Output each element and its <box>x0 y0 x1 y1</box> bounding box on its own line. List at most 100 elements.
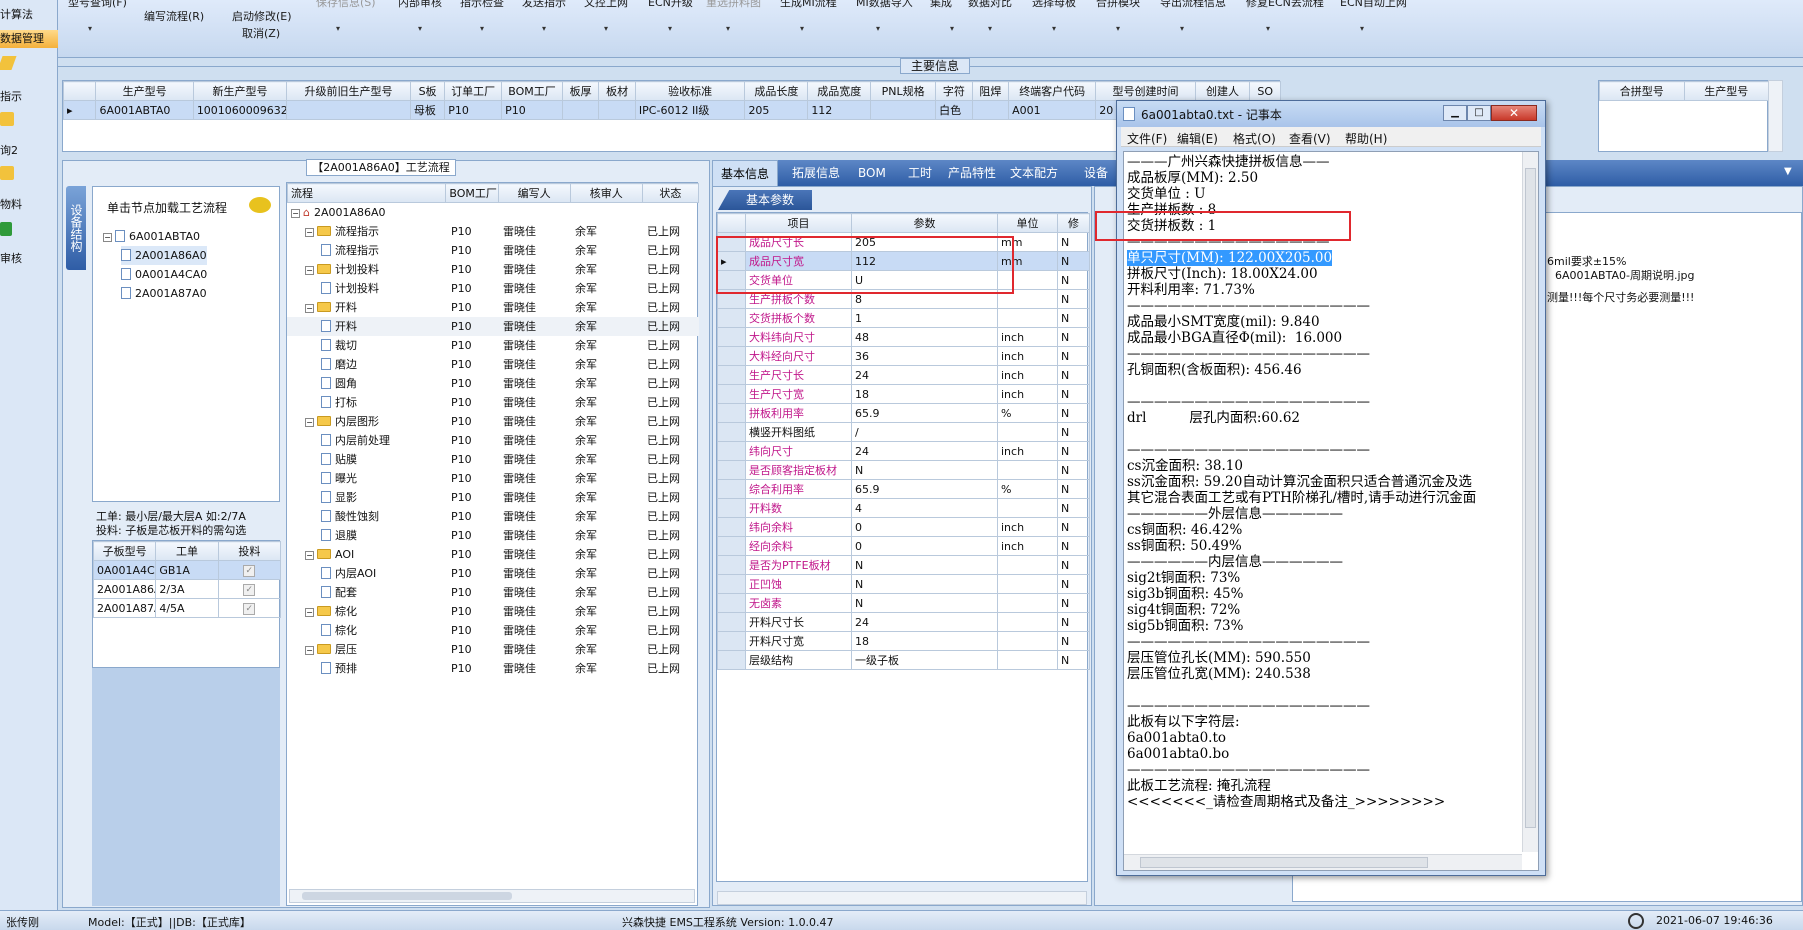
dropdown-arrow-icon[interactable]: ▾ <box>418 24 422 33</box>
flow-step[interactable]: 退膜 <box>321 526 357 545</box>
dropdown-arrow-icon[interactable]: ▾ <box>1360 24 1364 33</box>
flow-row[interactable]: 配套 P10 雷晓佳 余军 已上网 <box>287 583 699 602</box>
collapse-icon[interactable]: − <box>103 233 112 242</box>
grid-cell[interactable]: 0A001A4CA0 <box>92 560 157 580</box>
flow-row[interactable]: 棕化 P10 雷晓佳 余军 已上网 <box>287 621 699 640</box>
collapse-icon[interactable]: − <box>305 608 314 617</box>
param-value[interactable]: 一级子板 <box>851 650 998 670</box>
flow-row[interactable]: 流程指示 P10 雷晓佳 余军 已上网 <box>287 241 699 260</box>
toolbar-button-8[interactable]: 生成MI流程 <box>780 0 837 10</box>
col-header[interactable]: 生产型号 <box>95 81 194 101</box>
param-row[interactable]: 开料尺寸宽 18 N <box>717 631 1090 651</box>
col-header[interactable]: 字符 <box>935 81 973 101</box>
flow-step[interactable]: − 内层图形 <box>305 412 379 431</box>
param-row[interactable]: 大料经向尺寸 36 inch N <box>717 346 1090 366</box>
param-row[interactable]: 拼板利用率 65.9% N <box>717 403 1090 423</box>
col-header[interactable]: 板厚 <box>561 81 600 101</box>
param-value[interactable]: 24 <box>851 441 998 461</box>
param-value[interactable]: 24 <box>851 612 998 632</box>
edit-flow-button[interactable]: 编写流程(R) <box>144 8 204 24</box>
col-header[interactable]: 状态 <box>641 183 700 203</box>
flow-step[interactable]: 裁切 <box>321 336 357 355</box>
flow-row[interactable]: 计划投料 P10 雷晓佳 余军 已上网 <box>287 279 699 298</box>
param-value[interactable]: 36 <box>851 346 998 366</box>
nav-calc[interactable]: 计算法 <box>0 6 58 22</box>
nav-query2[interactable]: 询2 <box>0 142 58 158</box>
vertical-scrollbar[interactable] <box>1768 80 1783 152</box>
toolbar-button-1[interactable]: 保存信息(S) <box>316 0 376 10</box>
param-row[interactable]: 纬向尺寸 24 inch N <box>717 441 1090 461</box>
collapse-icon[interactable]: − <box>305 304 314 313</box>
param-value[interactable]: 18 <box>851 384 998 404</box>
flow-row[interactable]: − AOI P10 雷晓佳 余军 已上网 <box>287 545 699 564</box>
flow-row[interactable]: 贴膜 P10 雷晓佳 余军 已上网 <box>287 450 699 469</box>
dropdown-arrow-icon[interactable]: ▾ <box>542 24 546 33</box>
tab-info-2[interactable]: BOM <box>850 160 894 186</box>
flow-row[interactable]: − 计划投料 P10 雷晓佳 余军 已上网 <box>287 260 699 279</box>
flow-row[interactable]: − 层压 P10 雷晓佳 余军 已上网 <box>287 640 699 659</box>
grid-cell[interactable] <box>286 100 411 120</box>
param-modify[interactable]: N <box>1057 403 1090 423</box>
flow-row[interactable]: − 开料 P10 雷晓佳 余军 已上网 <box>287 298 699 317</box>
flow-step[interactable]: 配套 <box>321 583 357 602</box>
nav-indication[interactable]: 指示 <box>0 88 58 104</box>
col-header[interactable]: 成品宽度 <box>807 81 872 101</box>
tab-info-6[interactable]: 设备 <box>1076 160 1116 186</box>
flow-row[interactable]: − 棕化 P10 雷晓佳 余军 已上网 <box>287 602 699 621</box>
param-value[interactable]: N <box>851 593 998 613</box>
param-value[interactable]: 4 <box>851 498 998 518</box>
collapse-icon[interactable]: − <box>305 266 314 275</box>
param-modify[interactable]: N <box>1057 536 1090 556</box>
col-header[interactable]: 升级前旧生产型号 <box>286 81 411 101</box>
param-modify[interactable]: N <box>1057 479 1090 499</box>
param-value[interactable]: 65.9 <box>851 479 998 499</box>
tab-basic-params[interactable]: 基本参数 <box>718 190 812 210</box>
grid-cell[interactable]: 4/5A <box>155 598 219 618</box>
scroll-thumb[interactable] <box>1525 168 1536 828</box>
tab-info-0[interactable]: 基本信息 <box>712 160 779 186</box>
collapse-icon[interactable]: − <box>291 209 300 218</box>
close-button[interactable]: ✕ <box>1491 105 1537 121</box>
flow-row[interactable]: 退膜 P10 雷晓佳 余军 已上网 <box>287 526 699 545</box>
param-value[interactable]: 24 <box>851 365 998 385</box>
flow-step[interactable]: 贴膜 <box>321 450 357 469</box>
col-header[interactable]: 创建人 <box>1194 81 1251 101</box>
param-modify[interactable]: N <box>1057 441 1090 461</box>
toolbar-button-10[interactable]: 集成 <box>930 0 952 10</box>
flow-row[interactable]: 预排 P10 雷晓佳 余军 已上网 <box>287 659 699 678</box>
col-header[interactable]: BOM工厂 <box>501 81 563 101</box>
flow-step[interactable]: 棕化 <box>321 621 357 640</box>
tab-info-4[interactable]: 产品特性 <box>940 160 1004 186</box>
toolbar-button-11[interactable]: 数据对比 <box>968 0 1012 10</box>
param-value[interactable]: 0 <box>851 536 998 556</box>
param-modify[interactable]: N <box>1057 574 1090 594</box>
flow-step[interactable]: 打标 <box>321 393 357 412</box>
param-modify[interactable]: N <box>1057 631 1090 651</box>
tree-node[interactable]: 2A001A87A0 <box>121 284 207 303</box>
param-row[interactable]: 开料尺寸长 24 N <box>717 612 1090 632</box>
dropdown-arrow-icon[interactable]: ▾ <box>1116 24 1120 33</box>
grid-cell[interactable]: IPC-6012 II级 <box>634 100 746 120</box>
flow-row[interactable]: − 内层图形 P10 雷晓佳 余军 已上网 <box>287 412 699 431</box>
grid-cell[interactable] <box>598 100 636 120</box>
col-header[interactable]: 订单工厂 <box>444 81 503 101</box>
param-row[interactable]: 生产尺寸宽 18 inch N <box>717 384 1090 404</box>
maximize-button[interactable]: □ <box>1467 105 1491 121</box>
flow-step[interactable]: 内层AOI <box>321 564 376 583</box>
grid-cell[interactable]: 6A001ABTA0 <box>95 100 194 120</box>
notepad-menu-item[interactable]: 编辑(E) <box>1177 130 1218 147</box>
dropdown-arrow-icon[interactable]: ▾ <box>1052 24 1056 33</box>
dropdown-arrow-icon[interactable]: ▾ <box>876 24 880 33</box>
dropdown-arrow-icon[interactable]: ▾ <box>604 24 608 33</box>
chevron-down-icon[interactable]: ▼ <box>1784 166 1792 177</box>
grid-cell[interactable]: 2A001A86A0 <box>92 579 157 599</box>
grid-cell[interactable]: 10010600096325 <box>192 100 288 120</box>
nav-data-management[interactable]: 数据管理 <box>0 30 58 48</box>
col-header[interactable]: 新生产型号 <box>192 81 288 101</box>
grid-cell[interactable]: GB1A <box>155 560 219 580</box>
dropdown-arrow-icon[interactable]: ▾ <box>668 24 672 33</box>
param-row[interactable]: 生产尺寸长 24 inch N <box>717 365 1090 385</box>
param-row[interactable]: 经向余料 0 inch N <box>717 536 1090 556</box>
toolbar-button-2[interactable]: 内部审核 <box>398 0 442 10</box>
flow-step[interactable]: 流程指示 <box>321 241 379 260</box>
